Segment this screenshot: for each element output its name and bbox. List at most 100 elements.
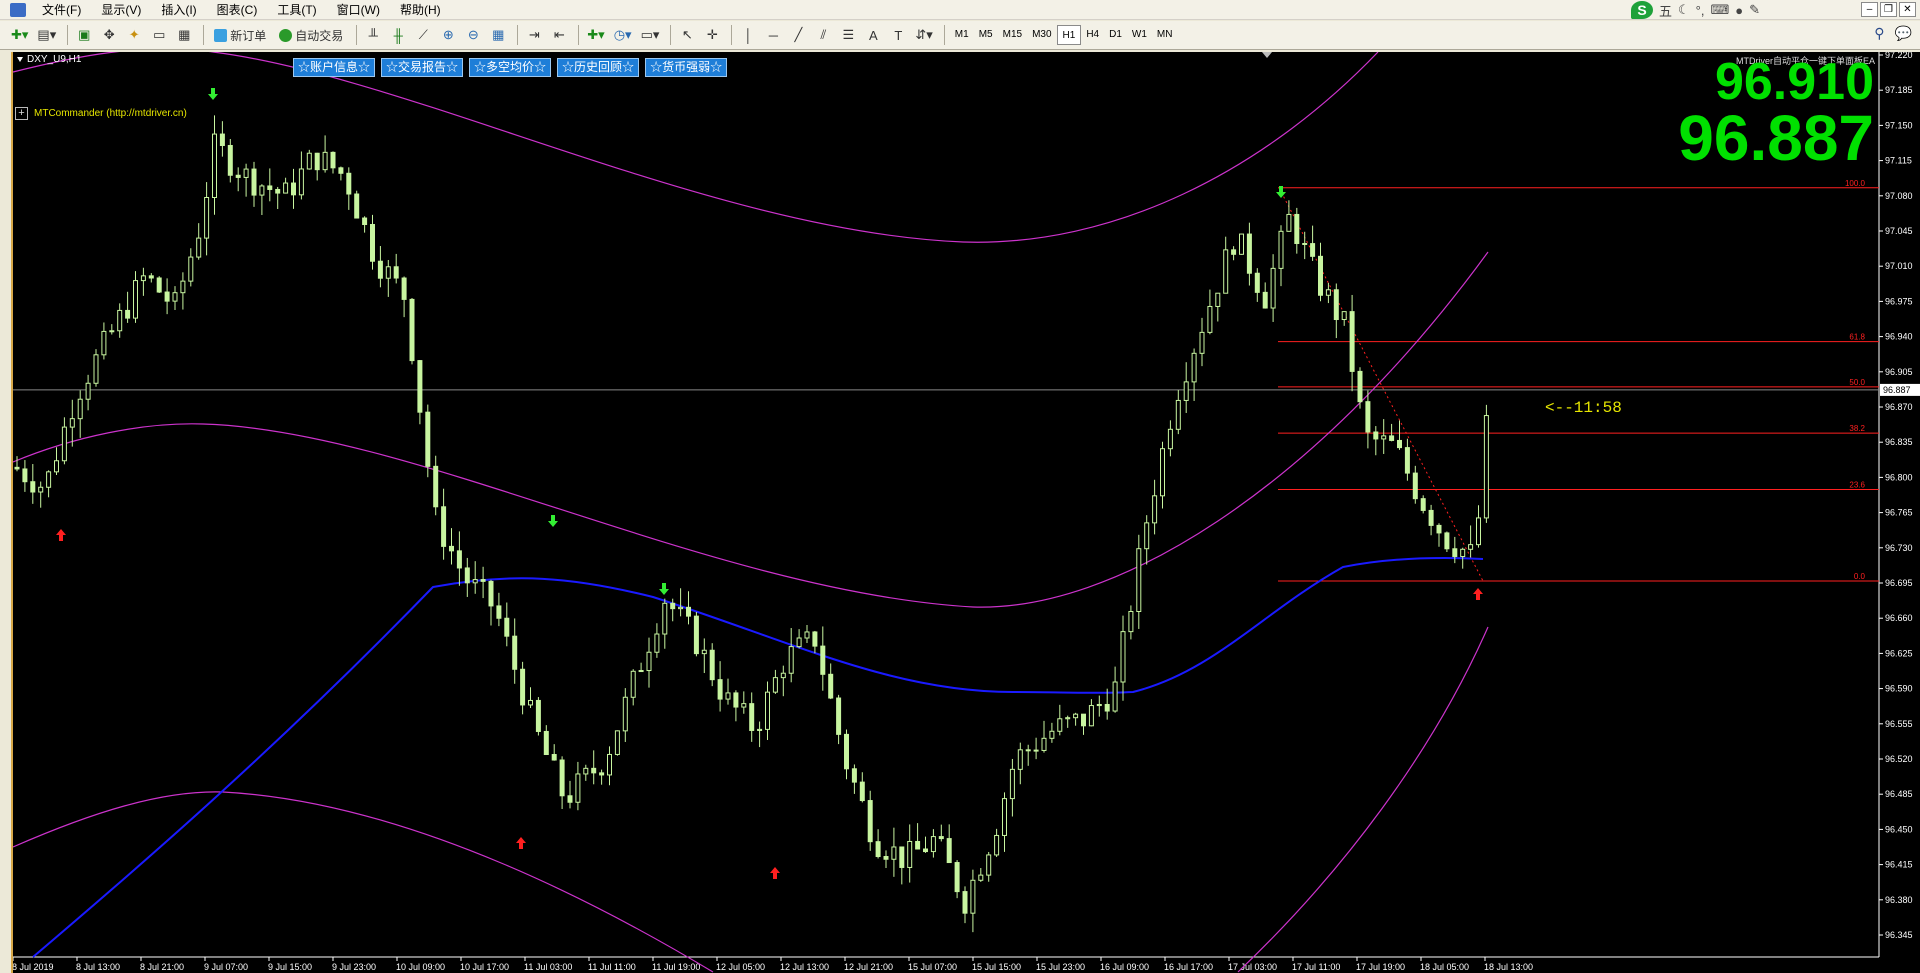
text-label-icon[interactable]: T: [887, 24, 909, 46]
bar-chart-icon[interactable]: ╨: [362, 24, 384, 46]
data-window-icon[interactable]: ✦: [123, 24, 145, 46]
long-short-average-button[interactable]: ☆多空均价☆: [469, 58, 552, 77]
terminal-icon[interactable]: ▭: [148, 24, 170, 46]
fib-level-label: 100.0: [1845, 179, 1866, 188]
toolbar-divider: [67, 25, 69, 45]
candle-body: [14, 466, 20, 470]
crosshair-icon[interactable]: ✛: [701, 24, 723, 46]
fib-level-label: 38.2: [1849, 424, 1865, 433]
fib-trendline[interactable]: [1278, 187, 1484, 582]
trade-report-button[interactable]: ☆交易报告☆: [381, 58, 464, 77]
vertical-line-icon[interactable]: │: [737, 24, 759, 46]
timeframe-m15[interactable]: M15: [998, 25, 1027, 45]
indicators-icon[interactable]: ✚▾: [584, 24, 607, 46]
trendline-icon[interactable]: ╱: [787, 24, 809, 46]
keyboard-icon[interactable]: ⌨: [1710, 2, 1729, 18]
timeframe-h1[interactable]: H1: [1056, 25, 1082, 45]
candle-body: [1373, 431, 1379, 440]
menu-window[interactable]: 窗口(W): [327, 0, 390, 20]
chevron-down-icon[interactable]: [17, 57, 23, 62]
timeframe-w1[interactable]: W1: [1127, 25, 1152, 45]
menu-view[interactable]: 显示(V): [91, 0, 151, 20]
profiles-icon[interactable]: ▤▾: [34, 24, 59, 46]
new-order-button[interactable]: 新订单: [209, 24, 271, 46]
candle-body: [520, 668, 526, 706]
equidistant-channel-icon[interactable]: ⫽: [812, 24, 834, 46]
timeframe-m1[interactable]: M1: [950, 25, 974, 45]
sogou-logo-icon[interactable]: S: [1630, 1, 1653, 19]
text-icon[interactable]: A: [862, 24, 884, 46]
timeframe-h4[interactable]: H4: [1081, 25, 1104, 45]
auto-trading-button[interactable]: 自动交易: [274, 24, 348, 46]
time-tick-label: 15 Jul 15:00: [972, 962, 1021, 972]
history-review-button[interactable]: ☆历史回顾☆: [557, 58, 640, 77]
candle-body: [938, 836, 944, 840]
candle-body: [148, 275, 154, 279]
close-icon[interactable]: ✕: [1899, 2, 1916, 17]
zoom-out-icon[interactable]: ⊖: [462, 24, 484, 46]
wrench-icon[interactable]: ✎: [1749, 2, 1760, 18]
candle-body: [1017, 749, 1023, 770]
auto-scroll-icon[interactable]: ⇥: [523, 24, 545, 46]
timeframe-m5[interactable]: M5: [974, 25, 998, 45]
candle-body: [630, 670, 636, 698]
account-info-button[interactable]: ☆账户信息☆: [293, 58, 376, 77]
moon-icon[interactable]: ☾: [1678, 2, 1690, 18]
search-icon[interactable]: ⚲: [1874, 25, 1884, 42]
timeframe-m30[interactable]: M30: [1027, 25, 1056, 45]
user-icon[interactable]: ●: [1735, 3, 1743, 18]
candle-body: [61, 426, 67, 462]
time-tick-label: 9 Jul 23:00: [332, 962, 376, 972]
zoom-in-icon[interactable]: ⊕: [437, 24, 459, 46]
candle-body: [646, 651, 652, 672]
menu-insert[interactable]: 插入(I): [151, 0, 206, 20]
minimize-icon[interactable]: –: [1861, 2, 1878, 17]
menu-help[interactable]: 帮助(H): [390, 0, 451, 20]
candle-body: [583, 767, 589, 775]
new-order-icon: [214, 28, 228, 42]
new-chart-icon[interactable]: ✚▾: [8, 24, 31, 46]
market-watch-icon[interactable]: ▣: [73, 24, 95, 46]
menu-file[interactable]: 文件(F): [32, 0, 91, 20]
tile-windows-icon[interactable]: ▦: [487, 24, 509, 46]
candle-body: [1286, 213, 1292, 232]
candle-body: [1270, 267, 1276, 309]
expand-icon[interactable]: +: [15, 107, 28, 120]
fibonacci-icon[interactable]: ☰: [837, 24, 859, 46]
strategy-tester-icon[interactable]: ▦: [173, 24, 195, 46]
candlestick-icon[interactable]: ╫: [387, 24, 409, 46]
menu-charts[interactable]: 图表(C): [207, 0, 268, 20]
symbol-label: DXY_U9,H1: [27, 54, 82, 65]
chart-shift-marker-icon[interactable]: [1262, 52, 1272, 58]
candle-body: [1333, 289, 1339, 321]
candle-body: [1175, 399, 1181, 430]
line-chart-icon[interactable]: ⟋: [412, 24, 434, 46]
restore-icon[interactable]: ❐: [1880, 2, 1897, 17]
timeframe-mn[interactable]: MN: [1152, 25, 1178, 45]
candle-body: [717, 679, 723, 700]
timeframe-d1[interactable]: D1: [1104, 25, 1127, 45]
horizontal-line-icon[interactable]: ─: [762, 24, 784, 46]
periods-icon[interactable]: ◷▾: [611, 24, 635, 46]
chat-icon[interactable]: 💬: [1895, 25, 1912, 42]
templates-icon[interactable]: ▭▾: [638, 24, 663, 46]
menu-tools[interactable]: 工具(T): [267, 0, 326, 20]
toolbar-divider: [517, 25, 519, 45]
auto-trading-label: 自动交易: [295, 28, 344, 43]
candle-body: [377, 260, 383, 279]
navigator-icon[interactable]: ✥: [98, 24, 120, 46]
window-controls: – ❐ ✕: [1861, 2, 1916, 17]
arrows-icon[interactable]: ⇵▾: [912, 24, 935, 46]
candle-body: [930, 836, 936, 853]
price-chart[interactable]: 97.220 97.185 97.150 97.115 97.080 97.045 97.0…: [13, 52, 1920, 973]
punctuation-icon[interactable]: °,: [1696, 3, 1705, 18]
cursor-icon[interactable]: ↖: [676, 24, 698, 46]
ime-mode-wubi[interactable]: 五: [1659, 1, 1672, 20]
candle-body: [85, 382, 91, 400]
chart-shift-icon[interactable]: ⇤: [548, 24, 570, 46]
candle-body: [1183, 381, 1189, 401]
chart-window[interactable]: 97.220 97.185 97.150 97.115 97.080 97.045 97.0…: [11, 52, 1920, 973]
candle-body: [291, 182, 296, 196]
candle-body: [496, 605, 502, 619]
currency-strength-button[interactable]: ☆货币强弱☆: [645, 58, 728, 77]
